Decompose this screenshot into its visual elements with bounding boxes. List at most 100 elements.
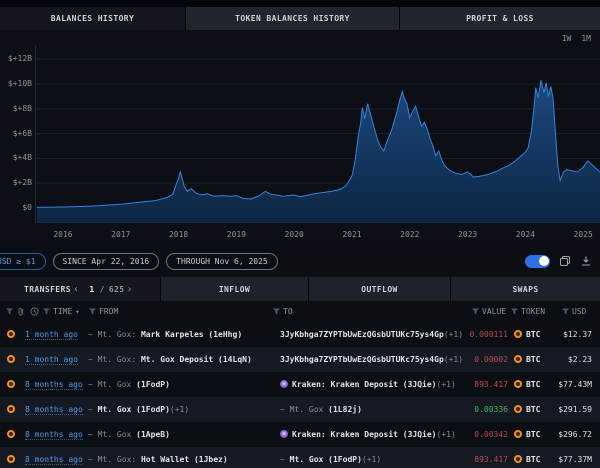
time-link[interactable]: 8 months ago — [25, 397, 83, 422]
entity-text-segment: ~ Mt. Gox — [88, 380, 136, 389]
btc-token-icon — [7, 380, 15, 388]
chart-tabbar: BALANCES HISTORY TOKEN BALANCES HISTORY … — [0, 7, 600, 30]
from-entity-link[interactable]: ~ Mt. Gox: Hot Wallet (1Jbez) — [88, 447, 228, 468]
top-strip — [0, 0, 600, 7]
time-text: 1 month ago — [25, 330, 78, 340]
column-header-token[interactable]: TOKEN — [511, 301, 545, 322]
table-row: 1 month ago ~ Mt. Gox: Mt. Gox Deposit (1… — [0, 347, 600, 372]
paperclip-icon[interactable] — [17, 301, 25, 322]
y-axis-tick-label: $+6B — [2, 129, 32, 138]
table-row: 8 months ago~ Mt. Gox (1FodP)Kraken: Kra… — [0, 372, 600, 397]
y-axis-tick-label: $0 — [2, 203, 32, 212]
from-entity-link[interactable]: ~ Mt. Gox: Mt. Gox Deposit (14LqN) — [88, 347, 252, 372]
entity-text-segment: ~ Mt. Gox — [88, 430, 136, 439]
since-filter-chip[interactable]: SINCE Apr 22, 2016 — [53, 253, 160, 270]
range-1m-button[interactable]: 1M — [581, 34, 591, 43]
y-axis-tick-label: $+4B — [2, 153, 32, 162]
btc-token-icon — [7, 455, 15, 463]
table-row: 8 months ago ~ Mt. Gox: Hot Wallet (1Jbez… — [0, 447, 600, 468]
balance-area-chart[interactable] — [35, 45, 600, 223]
time-link[interactable]: 8 months ago — [25, 447, 83, 468]
time-link[interactable]: 8 months ago — [25, 422, 83, 447]
column-header-usd[interactable]: USD — [562, 301, 586, 322]
balances-history-panel: BALANCES HISTORY TOKEN BALANCES HISTORY … — [0, 0, 600, 468]
from-entity-link[interactable]: ~ Mt. Gox (1ApeB) — [88, 422, 170, 447]
entity-text-segment: Mark Karpeles (1eHhg) — [141, 330, 242, 339]
usd-cell: $291.59 — [535, 397, 592, 422]
from-entity-link[interactable]: ~ Mt. Gox: Mark Karpeles (1eHhg) — [88, 322, 242, 347]
column-header-value[interactable]: VALUE — [472, 301, 506, 322]
current-page: 1 — [89, 285, 94, 294]
from-entity-link[interactable]: ~ Mt. Gox (1FodP) — [88, 372, 170, 397]
table-header: TIME▾ FROM TO VALUE TOKEN USD — [0, 301, 600, 322]
next-page-button[interactable]: › — [126, 284, 132, 295]
tab-balances-history[interactable]: BALANCES HISTORY — [0, 7, 185, 30]
btc-token-icon — [514, 455, 522, 463]
through-filter-chip[interactable]: THROUGH Nov 6, 2025 — [166, 253, 278, 270]
time-text: 8 months ago — [25, 430, 83, 440]
chart-range-controls: 1W 1M — [562, 34, 591, 43]
value-cell: 0.000111 — [400, 322, 508, 347]
transfers-label: TRANSFERS — [24, 285, 71, 294]
y-axis-tick-label: $+8B — [2, 104, 32, 113]
column-header-to[interactable]: TO — [273, 301, 293, 322]
y-axis-tick-label: $+2B — [2, 178, 32, 187]
time-text: 8 months ago — [25, 380, 83, 390]
entity-text-segment: Mt. Gox (1FodP) — [290, 455, 362, 464]
column-header-time[interactable]: TIME▾ — [43, 301, 79, 322]
tab-inflow[interactable]: INFLOW — [161, 277, 308, 301]
transfers-table-body: 1 month ago ~ Mt. Gox: Mark Karpeles (1eH… — [0, 322, 600, 468]
column-header-from[interactable]: FROM — [89, 301, 118, 322]
table-tabbar: TRANSFERS ‹ 1 / 625 › INFLOW OUTFLOW SWA… — [0, 277, 600, 301]
entity-text-segment: (+1) — [170, 405, 189, 414]
value-cell: 0.00002 — [400, 347, 508, 372]
entity-text-segment: ~ — [280, 455, 290, 464]
filter-icon[interactable] — [6, 301, 13, 322]
from-entity-link[interactable]: ~ Mt. Gox (1FodP)(+1) — [88, 397, 189, 422]
x-axis-tick-label: 2019 — [219, 230, 253, 239]
to-entity-link[interactable]: ~ Mt. Gox (1FodP)(+1) — [280, 447, 381, 468]
time-text: 8 months ago — [25, 405, 83, 415]
x-axis-tick-label: 2025 — [566, 230, 600, 239]
entity-text-segment: ~ Mt. Gox: — [88, 355, 141, 364]
chart-filter-row: USD ≥ $1 SINCE Apr 22, 2016 THROUGH Nov … — [0, 247, 600, 275]
usd-filter-chip[interactable]: USD ≥ $1 — [0, 253, 46, 270]
range-1w-button[interactable]: 1W — [562, 34, 572, 43]
usd-cell: $12.37 — [535, 322, 592, 347]
btc-token-icon — [7, 330, 15, 338]
clock-icon[interactable] — [30, 301, 39, 322]
prev-page-button[interactable]: ‹ — [73, 284, 79, 295]
time-link[interactable]: 1 month ago — [25, 347, 78, 372]
chart-tools — [525, 247, 592, 275]
toggle-knob — [539, 256, 549, 266]
x-axis-tick-label: 2023 — [451, 230, 485, 239]
table-row: 8 months ago~ Mt. Gox (1ApeB)Kraken: Kra… — [0, 422, 600, 447]
value-cell: 0.00336 — [400, 397, 508, 422]
x-axis-tick-label: 2021 — [335, 230, 369, 239]
usd-value-toggle[interactable] — [525, 255, 550, 268]
btc-token-icon — [514, 405, 522, 413]
time-link[interactable]: 1 month ago — [25, 322, 78, 347]
entity-text-segment: ~ — [88, 405, 98, 414]
copy-icon[interactable] — [559, 255, 571, 267]
download-icon[interactable] — [580, 255, 592, 267]
entity-text-segment: ~ Mt. Gox: — [88, 455, 141, 464]
time-text: 8 months ago — [25, 455, 83, 465]
tab-transfers[interactable]: TRANSFERS ‹ 1 / 625 › — [0, 277, 160, 301]
to-entity-link[interactable]: ~ Mt. Gox (1L82j) — [280, 397, 362, 422]
time-link[interactable]: 8 months ago — [25, 372, 83, 397]
tab-profit-loss[interactable]: PROFIT & LOSS — [400, 7, 600, 30]
entity-text-segment: Mt. Gox Deposit (14LqN) — [141, 355, 252, 364]
x-axis-tick-label: 2022 — [393, 230, 427, 239]
usd-cell: $77.37M — [535, 447, 592, 468]
entity-text-segment: (+1) — [362, 455, 381, 464]
tab-token-balances-history[interactable]: TOKEN BALANCES HISTORY — [186, 7, 399, 30]
tab-swaps[interactable]: SWAPS — [451, 277, 600, 301]
y-axis-tick-label: $+12B — [2, 54, 32, 63]
time-text: 1 month ago — [25, 355, 78, 365]
kraken-icon — [280, 430, 288, 438]
y-axis-tick-label: $+10B — [2, 79, 32, 88]
entity-text-segment: (1FodP) — [136, 380, 170, 389]
tab-outflow[interactable]: OUTFLOW — [309, 277, 450, 301]
usd-cell: $77.43M — [535, 372, 592, 397]
